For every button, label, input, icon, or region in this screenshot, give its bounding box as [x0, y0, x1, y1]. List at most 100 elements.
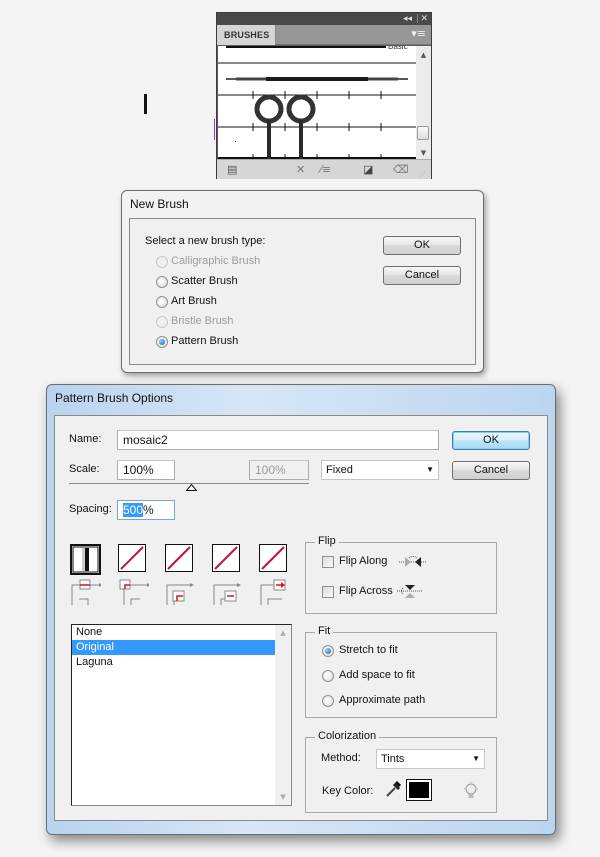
group-title: Flip [315, 535, 339, 547]
radio-button[interactable] [156, 296, 168, 308]
colorization-method-select[interactable]: Tints ▼ [376, 749, 485, 769]
mosaic-pattern-preview [254, 94, 316, 124]
radio-button[interactable] [156, 336, 168, 348]
group-title: Fit [315, 625, 334, 637]
tab-brushes[interactable]: BRUSHES [217, 25, 276, 45]
brush-list[interactable]: Basic [218, 46, 416, 159]
scroll-thumb[interactable] [417, 126, 429, 140]
start-tile-diagram-icon [213, 583, 241, 605]
panel-tabs: BRUSHES ▾≡ [217, 25, 431, 45]
tips-lightbulb-icon[interactable] [463, 782, 479, 800]
flip-along-icon [399, 556, 427, 567]
collapse-icon[interactable]: ◂◂ [403, 13, 412, 25]
radio-label[interactable]: Add space to fit [339, 669, 415, 681]
panel-footer: ▤ ✕ ⁄≡ ◪ ⌫ ⋰ [217, 159, 431, 179]
side-tile-diagram-icon [71, 579, 101, 605]
remove-brush-stroke-icon[interactable]: ✕ [296, 163, 305, 177]
resize-grip-icon[interactable]: ⋰ [419, 167, 426, 181]
name-field[interactable]: mosaic2 [117, 430, 439, 450]
dialog-title: New Brush [130, 197, 189, 211]
text-cursor [144, 94, 147, 114]
method-label: Method: [321, 752, 361, 764]
new-brush-icon[interactable]: ◪ [363, 163, 373, 177]
diagonal-line-icon [214, 546, 238, 570]
cancel-button[interactable]: Cancel [383, 266, 461, 285]
radio-label[interactable]: Approximate path [339, 694, 425, 706]
scroll-down-icon[interactable]: ▼ [275, 793, 291, 801]
radio-add-space-to-fit[interactable] [322, 670, 334, 682]
group-title: Colorization [315, 730, 380, 742]
radio-approximate-path[interactable] [322, 695, 334, 707]
scale-max-field: 100% [249, 460, 309, 480]
chevron-down-icon[interactable]: ▼ [426, 461, 434, 479]
brush-options-icon[interactable]: ⁄≡ [320, 163, 331, 177]
radio-label[interactable]: Stretch to fit [339, 644, 398, 656]
scale-field[interactable]: 100% [117, 460, 175, 480]
side-tile[interactable] [70, 544, 101, 575]
pattern-brush-ticks [252, 91, 382, 159]
brush-previews: Basic [218, 46, 416, 159]
end-tile-diagram-icon [260, 579, 286, 605]
scroll-up-icon[interactable]: ▲ [275, 629, 291, 637]
start-tile[interactable] [212, 544, 240, 572]
outer-corner-tile[interactable] [118, 544, 146, 572]
flip-across-icon [397, 585, 423, 598]
dialog-title: Pattern Brush Options [55, 391, 174, 405]
diagonal-line-icon [261, 546, 285, 570]
panel-titlebar[interactable]: ◂◂ | ✕ [217, 13, 431, 25]
dialog-body: Name: mosaic2 Scale: 100% 100% Fixed ▼ S… [54, 415, 548, 821]
flip-along-checkbox[interactable] [322, 556, 334, 568]
scroll-down-icon[interactable]: ▼ [416, 149, 431, 157]
flip-along-label[interactable]: Flip Along [339, 555, 387, 567]
colorization-group: Colorization Method: Tints ▼ Key Color: [305, 730, 497, 813]
ok-button[interactable]: OK [452, 431, 530, 450]
brushes-panel: ◂◂ | ✕ BRUSHES ▾≡ Basic ▲ ▼ ▤ ✕ ⁄≡ ◪ ⌫ ⋰ [216, 12, 432, 179]
list-item[interactable]: Laguna [72, 655, 291, 670]
pattern-brush-options-dialog: Pattern Brush Options Name: mosaic2 Scal… [46, 384, 556, 835]
inner-corner-tile[interactable] [165, 544, 193, 572]
basic-brush-label: Basic [388, 46, 408, 51]
flip-across-checkbox[interactable] [322, 586, 334, 598]
select-value: Fixed [326, 464, 353, 476]
inner-corner-diagram-icon [166, 583, 194, 605]
radio-label: Calligraphic Brush [171, 255, 261, 267]
panel-menu-icon[interactable]: ▾≡ [411, 28, 426, 40]
radio-button[interactable] [156, 276, 168, 288]
fit-group: Fit Stretch to fit Add space to fit Appr… [305, 625, 497, 718]
spacing-label: Spacing: [69, 503, 112, 515]
brush-libraries-menu-icon[interactable]: ▤ [227, 163, 237, 177]
dot-brush [235, 141, 236, 142]
radio-label[interactable]: Art Brush [171, 295, 217, 307]
radio-label[interactable]: Pattern Brush [171, 335, 238, 347]
key-color-swatch[interactable] [406, 779, 432, 801]
slider-thumb-icon[interactable] [186, 484, 197, 491]
list-scrollbar[interactable]: ▲ ▼ [275, 625, 291, 805]
divider: | [415, 14, 419, 24]
eyedropper-icon[interactable] [385, 780, 401, 798]
mosaic-stem [267, 120, 271, 159]
key-color-label: Key Color: [322, 785, 374, 797]
close-icon[interactable]: ✕ [420, 13, 428, 25]
scroll-up-icon[interactable]: ▲ [416, 51, 431, 59]
list-item[interactable]: None [72, 625, 291, 640]
flip-across-label[interactable]: Flip Across [339, 585, 393, 597]
radio-label[interactable]: Scatter Brush [171, 275, 238, 287]
radio-button [156, 316, 168, 328]
spacing-field[interactable]: 500% [117, 500, 175, 520]
new-brush-dialog: New Brush Select a new brush type: Calli… [121, 190, 484, 373]
radio-stretch-to-fit[interactable] [322, 645, 334, 657]
spacing-suffix: % [143, 503, 154, 517]
pattern-swatch-list[interactable]: None Original Laguna ▲ ▼ [71, 624, 292, 806]
brush-type-prompt: Select a new brush type: [145, 235, 266, 247]
flip-group: Flip Flip Along Flip Across [305, 535, 497, 614]
cancel-button[interactable]: Cancel [452, 461, 530, 480]
ok-button[interactable]: OK [383, 236, 461, 255]
delete-brush-icon[interactable]: ⌫ [393, 163, 409, 177]
brush-list-scrollbar[interactable]: ▲ ▼ [416, 46, 431, 159]
scale-mode-select[interactable]: Fixed ▼ [321, 460, 439, 480]
scale-label: Scale: [69, 463, 100, 475]
list-item[interactable]: Original [72, 640, 291, 655]
end-tile[interactable] [259, 544, 287, 572]
chevron-down-icon[interactable]: ▼ [472, 750, 480, 768]
outer-corner-diagram-icon [119, 579, 149, 605]
